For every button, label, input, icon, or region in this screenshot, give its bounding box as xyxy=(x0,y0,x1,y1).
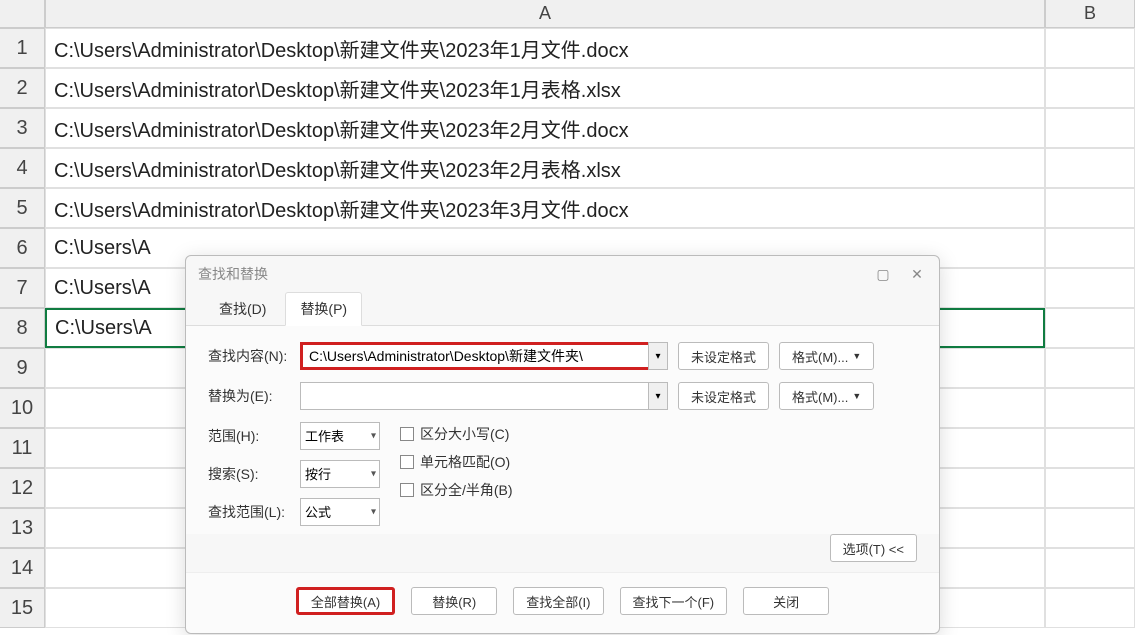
cell-b1[interactable] xyxy=(1045,28,1135,68)
cell-b2[interactable] xyxy=(1045,68,1135,108)
row-header[interactable]: 11 xyxy=(0,428,45,468)
row-header[interactable]: 3 xyxy=(0,108,45,148)
row-header[interactable]: 8 xyxy=(0,308,45,348)
replace-dropdown-icon[interactable]: ▾ xyxy=(648,382,668,410)
find-dropdown-icon[interactable]: ▾ xyxy=(648,342,668,370)
find-what-label: 查找内容(N): xyxy=(208,346,290,366)
row-header[interactable]: 2 xyxy=(0,68,45,108)
row-header[interactable]: 15 xyxy=(0,588,45,628)
options-button[interactable]: 选项(T) << xyxy=(830,534,917,562)
row-header[interactable]: 12 xyxy=(0,468,45,508)
corner-header[interactable] xyxy=(0,0,45,28)
dialog-title: 查找和替换 xyxy=(198,264,873,284)
replace-with-label: 替换为(E): xyxy=(208,386,290,406)
chevron-down-icon: ▼ xyxy=(852,351,861,361)
cell-b7[interactable] xyxy=(1045,268,1135,308)
match-case-label: 区分大小写(C) xyxy=(420,424,509,444)
within-select[interactable]: 工作表 xyxy=(300,422,380,450)
row-header[interactable]: 4 xyxy=(0,148,45,188)
find-format-button[interactable]: 格式(M)...▼ xyxy=(779,342,874,370)
row-header[interactable]: 1 xyxy=(0,28,45,68)
cell-a4[interactable]: C:\Users\Administrator\Desktop\新建文件夹\202… xyxy=(45,148,1045,188)
replace-all-button[interactable]: 全部替换(A) xyxy=(296,587,395,615)
find-next-button[interactable]: 查找下一个(F) xyxy=(620,587,728,615)
row-header[interactable]: 6 xyxy=(0,228,45,268)
row-header[interactable]: 9 xyxy=(0,348,45,388)
cell-b15[interactable] xyxy=(1045,588,1135,628)
match-width-checkbox[interactable] xyxy=(400,483,414,497)
cell-b8[interactable] xyxy=(1045,308,1135,348)
cell-b10[interactable] xyxy=(1045,388,1135,428)
cell-b11[interactable] xyxy=(1045,428,1135,468)
maximize-icon[interactable]: ▢ xyxy=(873,264,893,284)
cell-a3[interactable]: C:\Users\Administrator\Desktop\新建文件夹\202… xyxy=(45,108,1045,148)
cell-a2[interactable]: C:\Users\Administrator\Desktop\新建文件夹\202… xyxy=(45,68,1045,108)
dialog-titlebar[interactable]: 查找和替换 ▢ ✕ xyxy=(186,256,939,292)
replace-button[interactable]: 替换(R) xyxy=(411,587,497,615)
find-all-button[interactable]: 查找全部(I) xyxy=(513,587,603,615)
search-select[interactable]: 按行 xyxy=(300,460,380,488)
cell-b12[interactable] xyxy=(1045,468,1135,508)
col-header-a[interactable]: A xyxy=(45,0,1045,28)
replace-with-input[interactable] xyxy=(300,382,668,410)
cell-b6[interactable] xyxy=(1045,228,1135,268)
replace-format-display: 未设定格式 xyxy=(678,382,769,410)
match-cell-label: 单元格匹配(O) xyxy=(420,452,510,472)
cell-a1[interactable]: C:\Users\Administrator\Desktop\新建文件夹\202… xyxy=(45,28,1045,68)
cell-b5[interactable] xyxy=(1045,188,1135,228)
cell-b3[interactable] xyxy=(1045,108,1135,148)
find-replace-dialog: 查找和替换 ▢ ✕ 查找(D) 替换(P) 查找内容(N): ▾ 未设定格式 格… xyxy=(185,255,940,634)
close-button[interactable]: 关闭 xyxy=(743,587,829,615)
replace-format-button[interactable]: 格式(M)...▼ xyxy=(779,382,874,410)
look-in-select[interactable]: 公式 xyxy=(300,498,380,526)
cell-b4[interactable] xyxy=(1045,148,1135,188)
row-header[interactable]: 10 xyxy=(0,388,45,428)
tab-find[interactable]: 查找(D) xyxy=(204,292,281,325)
dialog-tabs: 查找(D) 替换(P) xyxy=(186,292,939,326)
row-header[interactable]: 7 xyxy=(0,268,45,308)
match-cell-checkbox[interactable] xyxy=(400,455,414,469)
cell-b14[interactable] xyxy=(1045,548,1135,588)
cell-b13[interactable] xyxy=(1045,508,1135,548)
close-icon[interactable]: ✕ xyxy=(907,264,927,284)
look-in-label: 查找范围(L): xyxy=(208,502,290,522)
find-what-input[interactable] xyxy=(300,342,668,370)
match-width-label: 区分全/半角(B) xyxy=(420,480,513,500)
cell-b9[interactable] xyxy=(1045,348,1135,388)
col-header-b[interactable]: B xyxy=(1045,0,1135,28)
tab-replace[interactable]: 替换(P) xyxy=(285,292,362,326)
find-format-display: 未设定格式 xyxy=(678,342,769,370)
chevron-down-icon: ▼ xyxy=(852,391,861,401)
search-label: 搜索(S): xyxy=(208,464,290,484)
cell-a5[interactable]: C:\Users\Administrator\Desktop\新建文件夹\202… xyxy=(45,188,1045,228)
within-label: 范围(H): xyxy=(208,426,290,446)
match-case-checkbox[interactable] xyxy=(400,427,414,441)
row-header[interactable]: 5 xyxy=(0,188,45,228)
row-header[interactable]: 13 xyxy=(0,508,45,548)
row-header[interactable]: 14 xyxy=(0,548,45,588)
